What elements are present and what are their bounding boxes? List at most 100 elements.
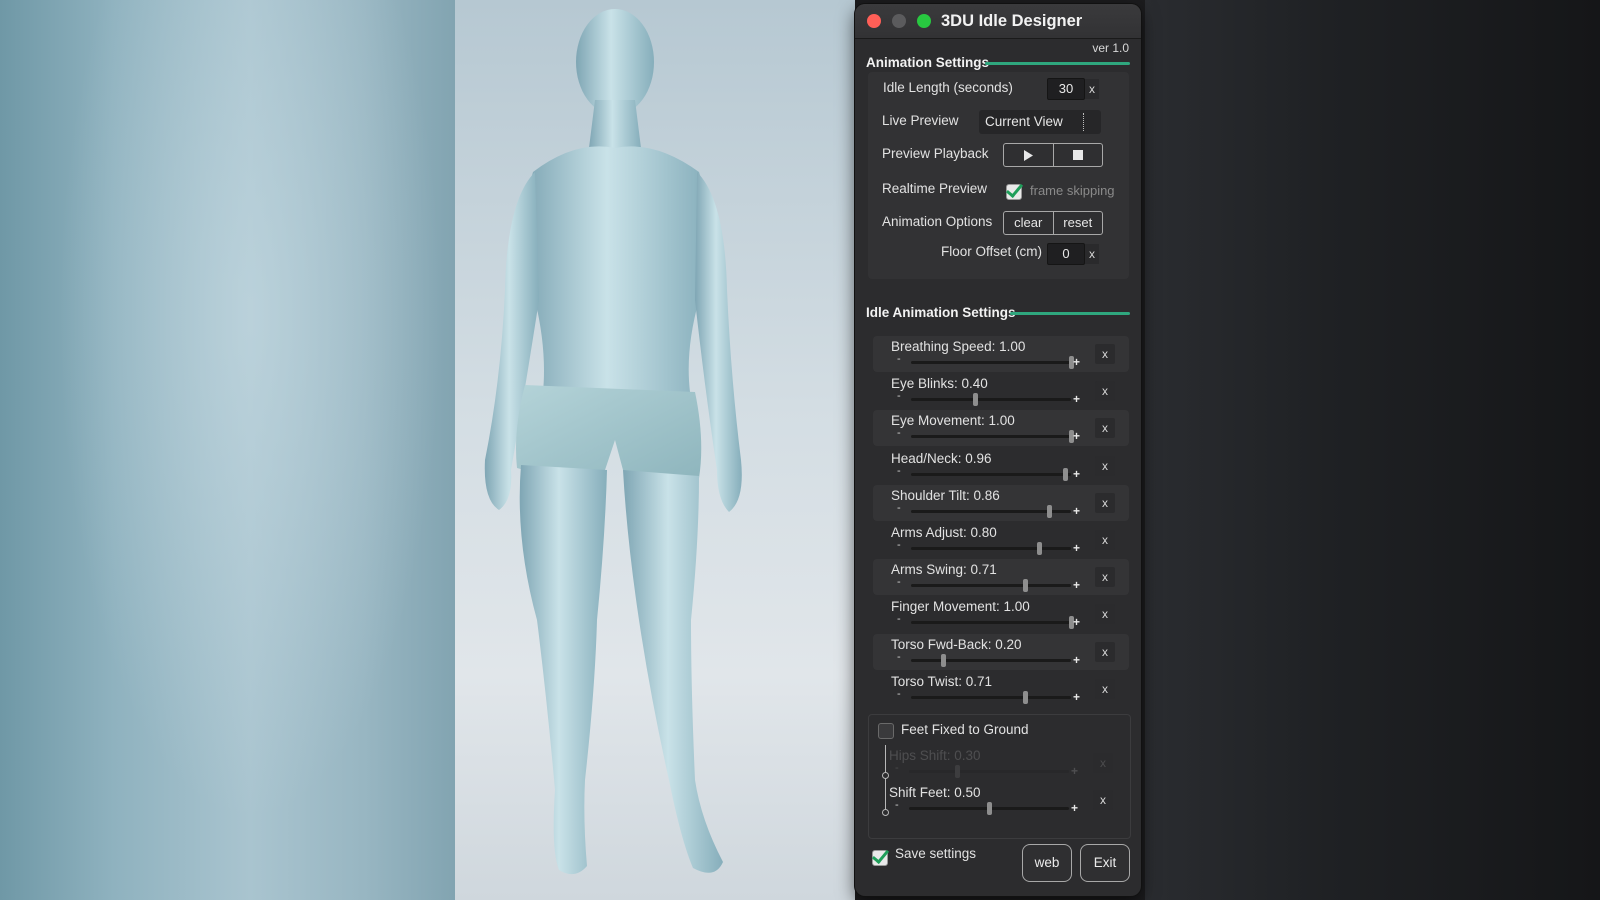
floor-offset-input[interactable]: 0 (1047, 243, 1085, 265)
preview-playback-label: Preview Playback (882, 146, 989, 161)
slider-increment-button[interactable]: + (1073, 429, 1080, 443)
background-blurred-left (0, 0, 455, 900)
slider-reset-button[interactable]: x (1095, 492, 1115, 513)
slider-track[interactable] (911, 653, 1071, 667)
slider-track[interactable] (911, 356, 1074, 369)
slider-increment-button[interactable]: + (1073, 467, 1080, 481)
slider-increment-button[interactable]: + (1073, 504, 1080, 518)
slider-increment-button[interactable]: + (1073, 355, 1080, 369)
animation-settings-heading: Animation Settings (866, 55, 990, 70)
slider-label: Finger Movement: 1.00 (891, 599, 1030, 615)
frame-skipping-checkbox[interactable] (1005, 179, 1024, 200)
idle-length-clear-button[interactable]: x (1085, 79, 1099, 99)
slider-label: Torso Twist: 0.71 (891, 673, 993, 689)
live-preview-selected: Current View (985, 114, 1063, 129)
slider-thumb[interactable] (1037, 542, 1042, 555)
slider-increment-button[interactable]: + (1073, 690, 1080, 704)
slider-decrement-button[interactable]: - (897, 688, 901, 700)
stop-icon (1072, 150, 1083, 160)
slider-track[interactable] (911, 542, 1071, 555)
slider-row: Finger Movement: 1.00- + x (873, 596, 1129, 632)
feet-fixed-checkbox[interactable] (878, 723, 894, 739)
slider-reset-button[interactable]: x (1095, 641, 1115, 662)
slider-label: Eye Blinks: 0.40 (891, 376, 988, 392)
idle-designer-window: 3DU Idle Designer ver 1.0 Animation Sett… (855, 4, 1141, 896)
clear-button[interactable]: clear (1004, 212, 1053, 234)
preview-playback-controls (1003, 143, 1103, 167)
slider-decrement-button[interactable]: - (897, 390, 901, 402)
slider-row: Hips Shift: 0.30- + x (871, 745, 1127, 781)
slider-decrement-button[interactable]: - (897, 427, 901, 439)
slider-increment-button[interactable]: + (1073, 392, 1080, 406)
slider-decrement-button[interactable]: - (897, 539, 901, 551)
slider-increment-button[interactable]: + (1073, 541, 1080, 555)
feet-fixed-group: Feet Fixed to Ground Hips Shift: 0.30- + x… (868, 714, 1131, 839)
realtime-preview-label: Realtime Preview (882, 181, 988, 196)
slider-decrement-button[interactable]: - (897, 465, 901, 477)
idle-length-label: Idle Length (seconds) (883, 80, 1013, 95)
slider-reset-button[interactable]: x (1095, 678, 1115, 699)
slider-reset-button[interactable]: x (1095, 418, 1115, 439)
slider-increment-button[interactable]: + (1071, 764, 1078, 778)
maximize-window-button[interactable] (917, 14, 931, 28)
animation-options-label: Animation Options (882, 214, 993, 229)
slider-track[interactable] (911, 393, 1071, 407)
slider-thumb[interactable] (955, 765, 960, 778)
slider-track[interactable] (909, 765, 1069, 778)
slider-decrement-button[interactable]: - (897, 613, 901, 625)
slider-track[interactable] (909, 802, 1069, 815)
live-preview-dropdown[interactable]: Current View (979, 110, 1101, 134)
minimize-window-button[interactable] (892, 14, 906, 28)
exit-button[interactable]: Exit (1080, 844, 1130, 882)
slider-reset-button[interactable]: x (1095, 344, 1115, 364)
slider-track[interactable] (911, 504, 1071, 518)
slider-label: Hips Shift: 0.30 (889, 748, 981, 763)
slider-row: Shoulder Tilt: 0.86- + x (873, 484, 1129, 521)
slider-increment-button[interactable]: + (1071, 801, 1078, 815)
slider-thumb[interactable] (1046, 504, 1052, 518)
stop-button[interactable] (1052, 144, 1103, 166)
slider-thumb[interactable] (1062, 467, 1068, 481)
slider-reset-button[interactable]: x (1093, 790, 1113, 810)
slider-row: Arms Swing: 0.71- + x (873, 559, 1129, 596)
floor-offset-clear-button[interactable]: x (1085, 244, 1099, 264)
slider-thumb[interactable] (941, 653, 946, 667)
slider-thumb[interactable] (1022, 690, 1028, 704)
reset-button[interactable]: reset (1052, 212, 1103, 234)
slider-increment-button[interactable]: + (1073, 653, 1080, 667)
slider-increment-button[interactable]: + (1073, 578, 1080, 592)
slider-thumb[interactable] (973, 393, 978, 407)
slider-reset-button[interactable]: x (1095, 567, 1115, 588)
slider-reset-button[interactable]: x (1095, 381, 1115, 402)
slider-thumb[interactable] (987, 802, 992, 815)
slider-increment-button[interactable]: + (1073, 615, 1080, 629)
slider-track[interactable] (911, 579, 1071, 593)
slider-track[interactable] (911, 467, 1071, 481)
slider-track[interactable] (911, 690, 1071, 704)
slider-reset-button[interactable]: x (1095, 530, 1115, 550)
slider-row: Eye Movement: 1.00- + x (873, 410, 1129, 447)
web-button[interactable]: web (1022, 844, 1072, 882)
slider-reset-button[interactable]: x (1095, 455, 1115, 476)
save-settings-checkbox[interactable] (871, 845, 890, 866)
slider-reset-button[interactable]: x (1093, 753, 1113, 773)
slider-reset-button[interactable]: x (1095, 604, 1115, 625)
floor-offset-label: Floor Offset (cm) (941, 244, 1043, 259)
slider-thumb[interactable] (1022, 579, 1028, 593)
idle-length-input[interactable]: 30 (1047, 78, 1085, 100)
slider-decrement-button[interactable]: - (897, 353, 901, 365)
slider-decrement-button[interactable]: - (897, 502, 901, 514)
title-bar[interactable]: 3DU Idle Designer (855, 4, 1141, 39)
slider-decrement-button[interactable]: - (897, 651, 901, 663)
slider-decrement-button[interactable]: - (895, 762, 899, 774)
close-window-button[interactable] (867, 14, 881, 28)
slider-decrement-button[interactable]: - (897, 576, 901, 588)
slider-track[interactable] (911, 430, 1074, 444)
window-title: 3DU Idle Designer (941, 12, 1083, 30)
slider-label: Torso Fwd-Back: 0.20 (891, 636, 1022, 652)
play-button[interactable] (1004, 144, 1053, 166)
animation-options-controls: clear reset (1003, 211, 1103, 235)
slider-decrement-button[interactable]: - (895, 799, 899, 811)
viewport-3d[interactable] (455, 0, 855, 900)
slider-track[interactable] (911, 616, 1074, 630)
